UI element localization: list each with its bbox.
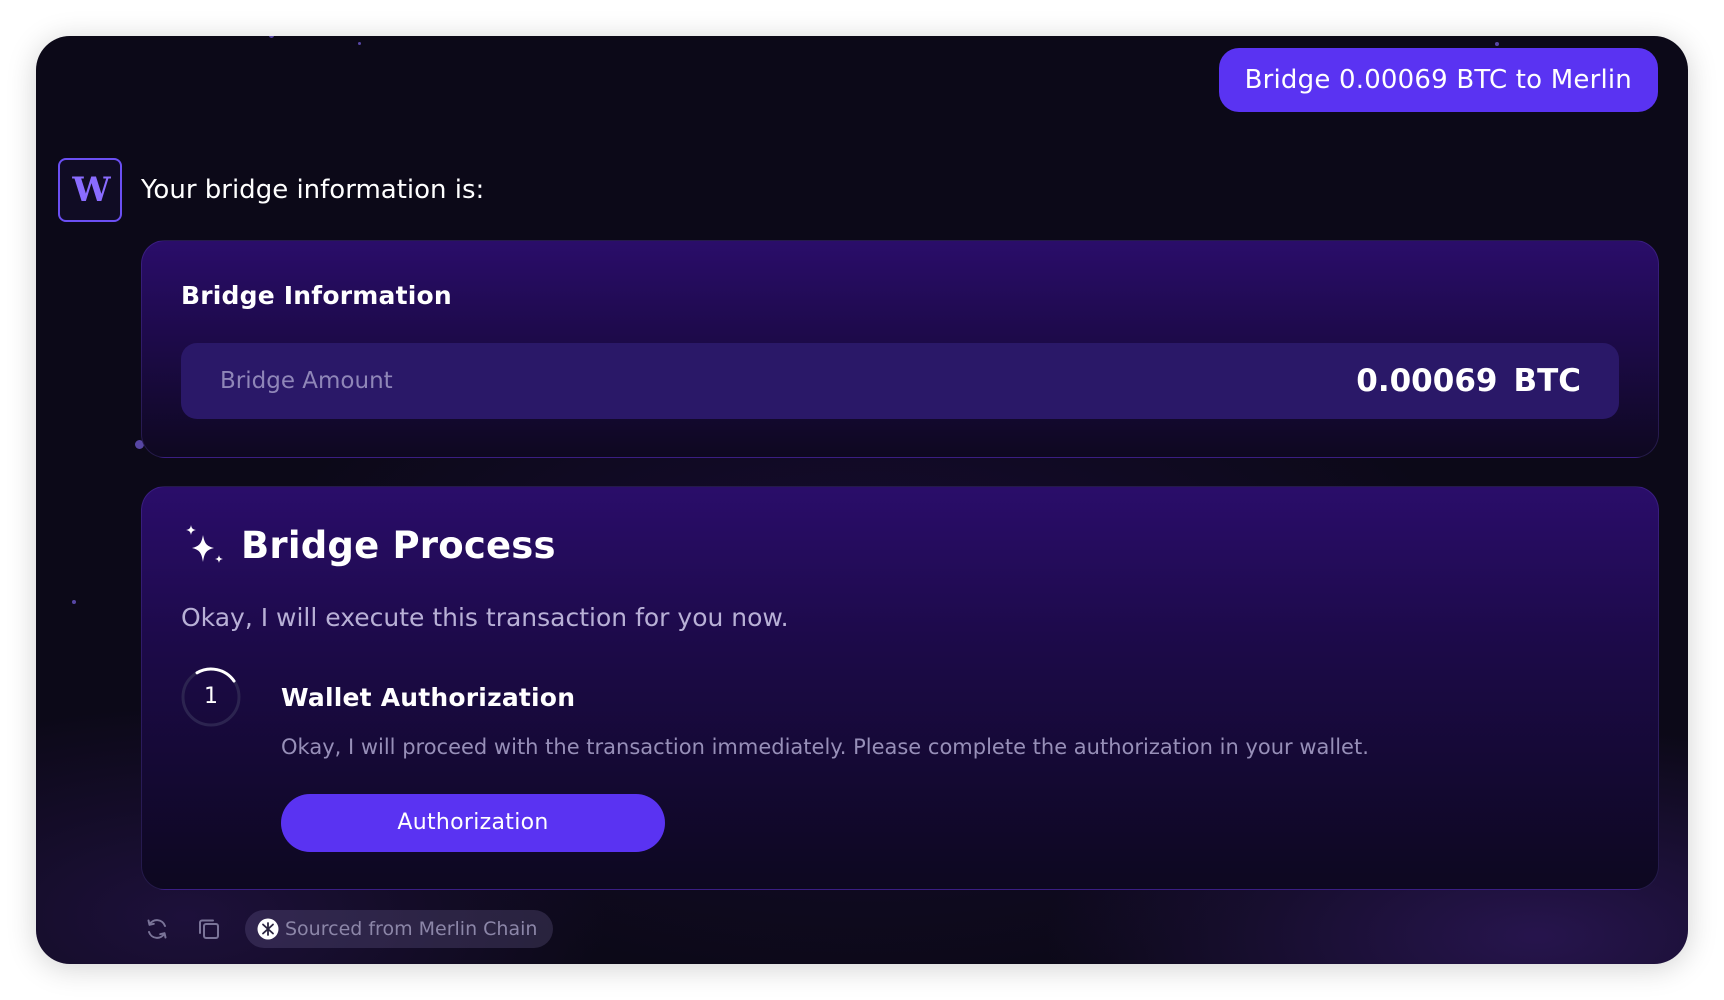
authorization-button[interactable]: Authorization xyxy=(281,794,665,852)
copy-button[interactable] xyxy=(193,913,225,945)
bridge-process-card: Bridge Process Okay, I will execute this… xyxy=(141,486,1659,890)
assistant-intro-text: Your bridge information is: xyxy=(141,175,485,205)
bridge-amount-unit: BTC xyxy=(1513,363,1581,399)
sparkle-icon xyxy=(186,525,223,563)
bridge-amount-row: Bridge Amount 0.00069 BTC xyxy=(181,343,1619,419)
step-title: Wallet Authorization xyxy=(281,683,576,712)
source-label: Sourced from Merlin Chain xyxy=(285,918,538,940)
bridge-amount-label: Bridge Amount xyxy=(220,368,393,394)
source-chip[interactable]: Sourced from Merlin Chain xyxy=(245,910,554,948)
merlin-chain-logo-icon xyxy=(257,918,279,940)
bridge-process-header: Bridge Process xyxy=(181,521,556,569)
user-message-bubble: Bridge 0.00069 BTC to Merlin xyxy=(1218,48,1658,112)
chat-window: Bridge 0.00069 BTC to Merlin W Your brid… xyxy=(36,36,1688,964)
avatar-logo-letter: W xyxy=(72,170,110,210)
background-star xyxy=(358,42,361,45)
message-footer: Sourced from Merlin Chain xyxy=(141,910,554,948)
step-number: 1 xyxy=(204,684,218,709)
bridge-amount-value-group: 0.00069 BTC xyxy=(1356,343,1581,419)
step-progress-indicator: 1 xyxy=(181,667,241,727)
background-star xyxy=(269,36,274,38)
bridge-information-card: Bridge Information Bridge Amount 0.00069… xyxy=(141,240,1659,458)
regenerate-button[interactable] xyxy=(141,913,173,945)
step-description: Okay, I will proceed with the transactio… xyxy=(281,735,1369,759)
background-star xyxy=(1495,42,1499,46)
background-star xyxy=(72,600,76,604)
bridge-amount-value: 0.00069 xyxy=(1356,363,1498,399)
bridge-information-title: Bridge Information xyxy=(181,281,452,310)
refresh-icon xyxy=(147,919,167,939)
copy-icon xyxy=(199,919,219,939)
assistant-avatar: W xyxy=(58,158,122,222)
bridge-process-title: Bridge Process xyxy=(241,523,556,567)
bridge-process-description: Okay, I will execute this transaction fo… xyxy=(181,603,789,632)
